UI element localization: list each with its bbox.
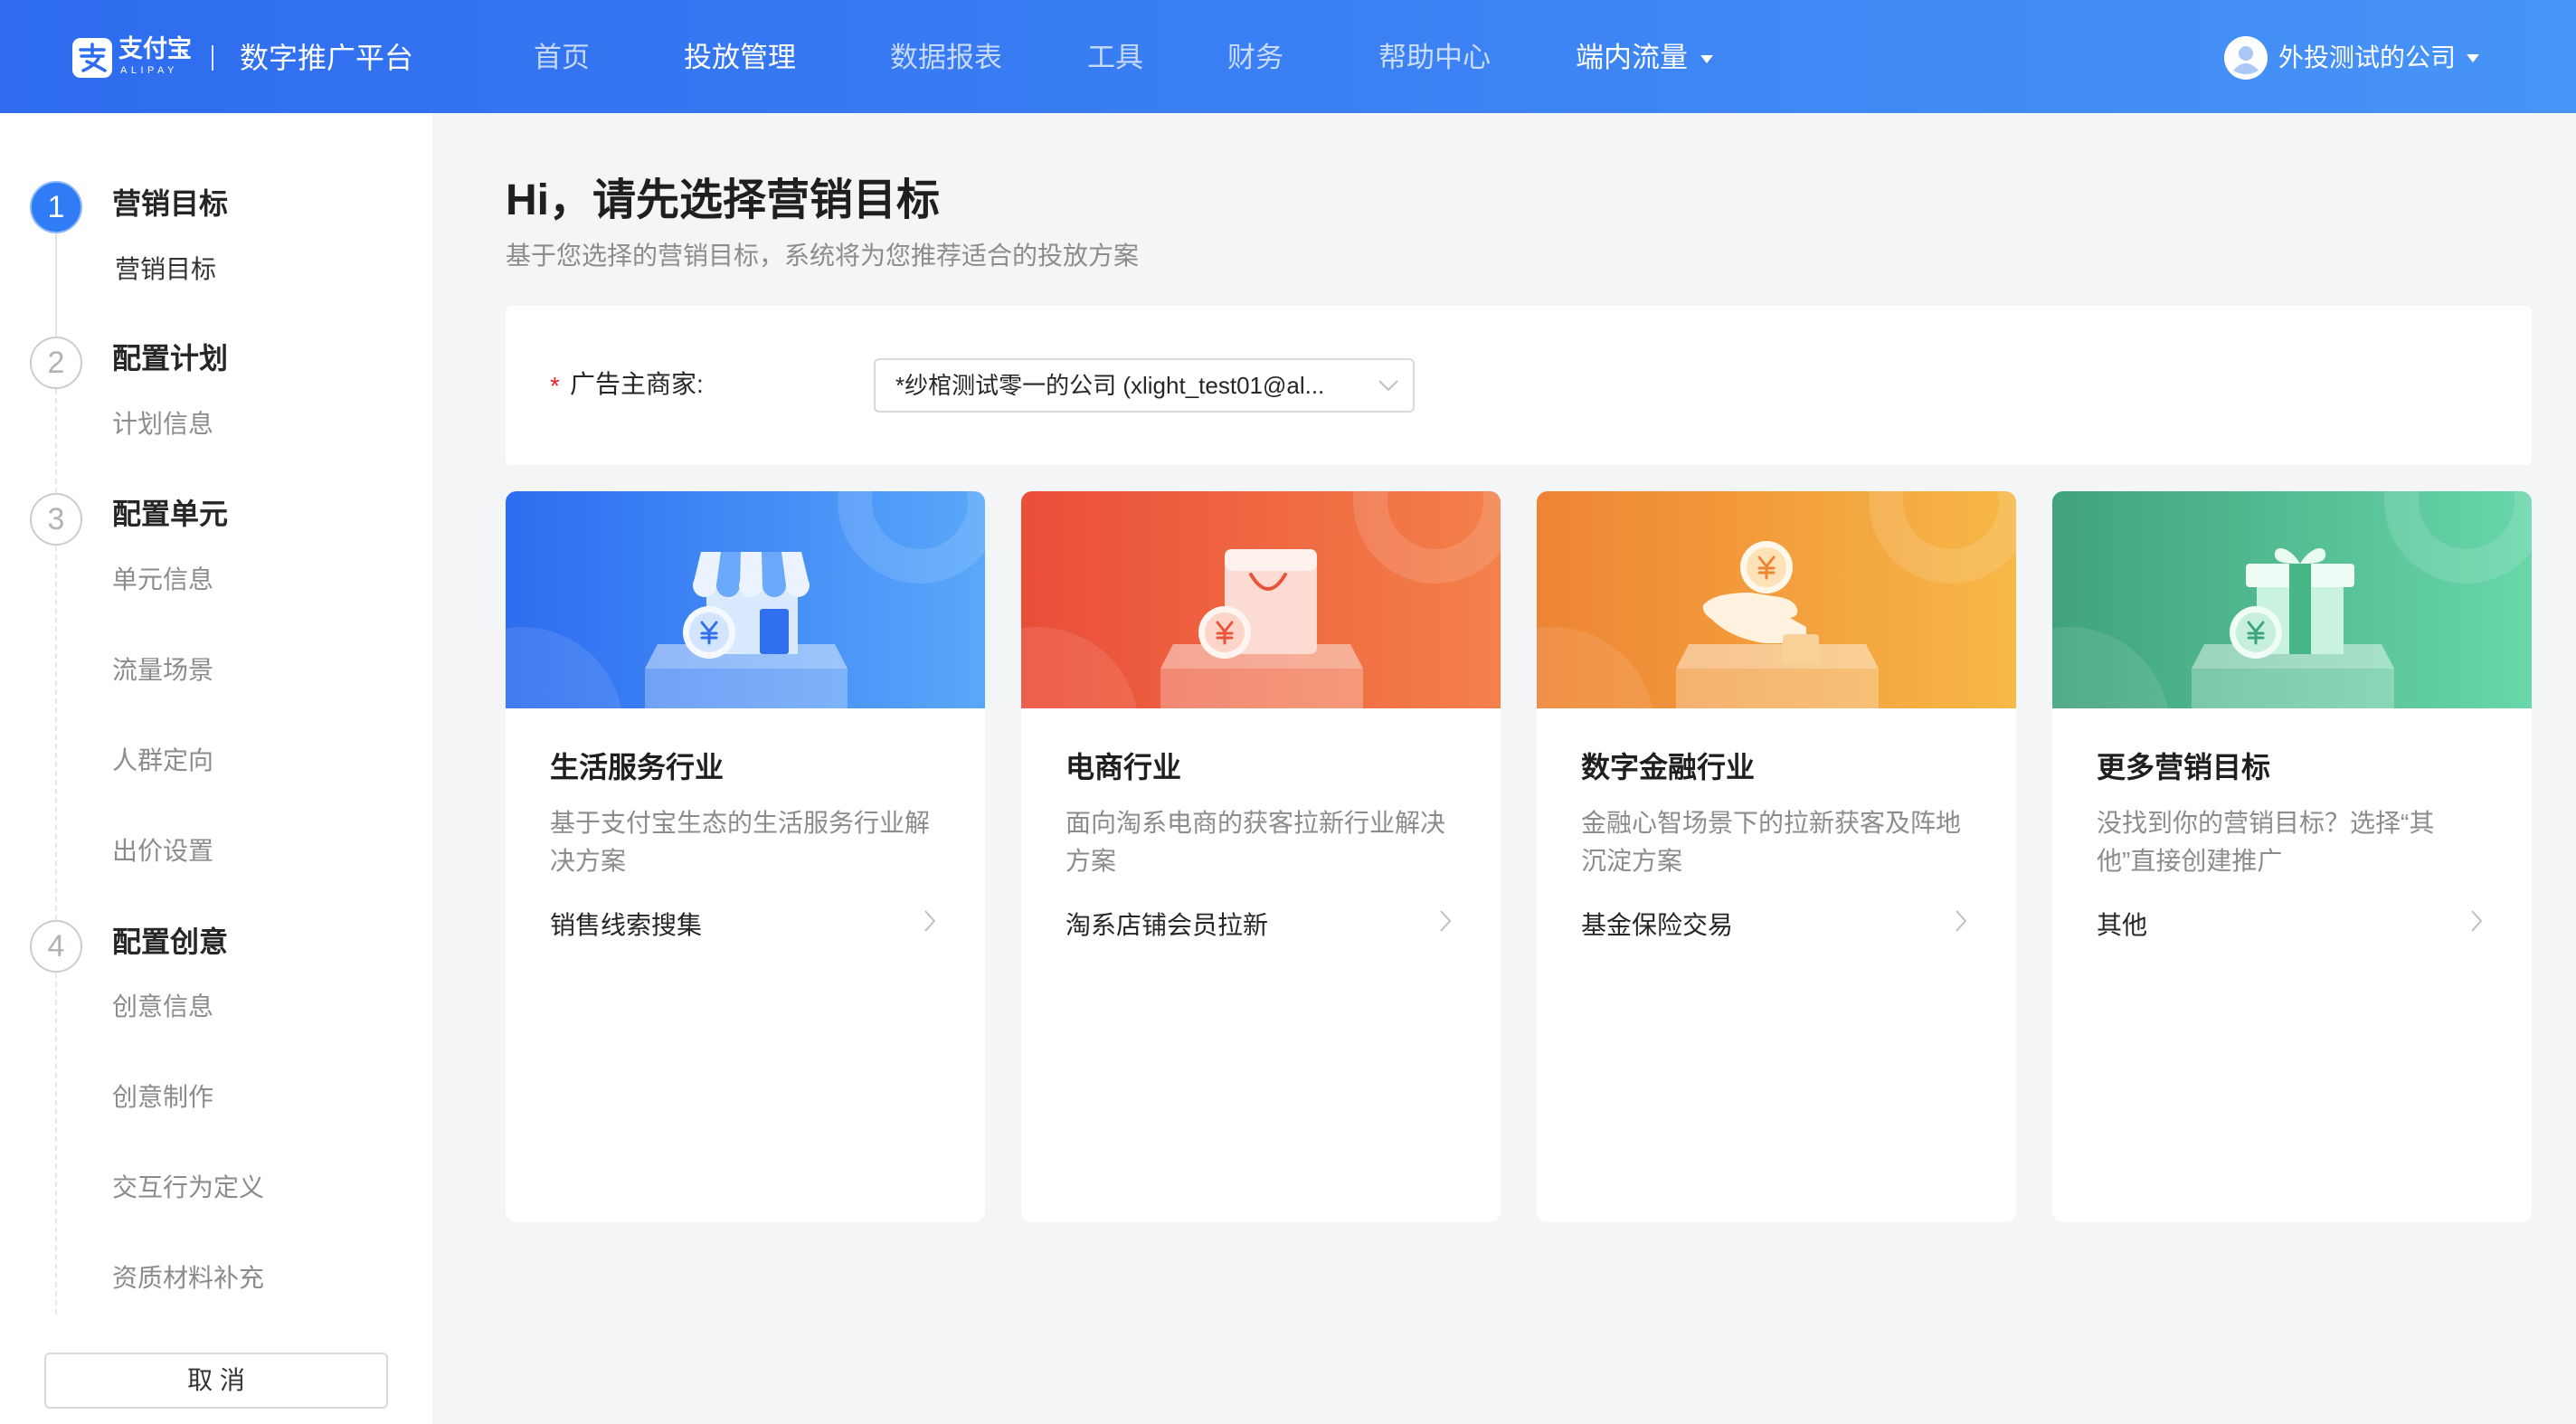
card-banner [1021,491,1501,708]
nav-data-reports[interactable]: 数据报表 [890,42,1002,74]
chevron-right-icon [1956,910,1967,932]
coin-icon [683,606,735,659]
sidebar-item-plan-info[interactable]: 计划信息 [112,408,213,441]
step-number-badge: 3 [30,493,82,546]
alipay-logo-icon [72,38,112,78]
card-banner [506,491,985,708]
hand-coin-icon [1537,491,2016,708]
sidebar-item-traffic-scene[interactable]: 流量场景 [112,654,213,687]
wizard-steps-sidebar: 1 营销目标 营销目标 2 配置计划 计划信息 3 配置单元 单元信息 流量场景… [0,113,432,1424]
page-subtitle: 基于您选择的营销目标，系统将为您推荐适合的投放方案 [506,242,1140,270]
top-nav-bar: 支付宝 ALIPAY 数字推广平台 首页 投放管理 数据报表 工具 财务 帮助中… [0,0,2576,113]
card-solution-label: 其他 [2097,911,2148,939]
goal-card-life-service[interactable]: 生活服务行业 基于支付宝生态的生活服务行业解决方案 销售线索搜集 [506,491,985,1222]
account-menu[interactable]: 外投测试的公司 [2224,36,2496,80]
platform-name: 数字推广平台 [240,42,414,74]
shopping-bag-icon [1021,491,1501,708]
logo-divider [212,45,213,71]
sidebar-item-creative-info[interactable]: 创意信息 [112,991,213,1023]
cancel-button[interactable]: 取 消 [44,1353,388,1409]
card-description: 基于支付宝生态的生活服务行业解决方案 [550,809,931,875]
card-title: 更多营销目标 [2097,751,2271,783]
step-title-configure-unit: 配置单元 [112,498,229,530]
caret-down-icon [2467,54,2479,62]
goal-card-ecommerce[interactable]: 电商行业 面向淘系电商的获客拉新行业解决方案 淘系店铺会员拉新 [1021,491,1501,1222]
card-title: 电商行业 [1065,751,1182,783]
required-mark: * [550,372,560,400]
chevron-right-icon [924,910,936,932]
step-connector [55,546,57,920]
coin-icon [1198,606,1251,659]
sidebar-item-unit-info[interactable]: 单元信息 [112,564,213,596]
card-description: 金融心智场景下的拉新获客及阵地沉淀方案 [1581,809,1962,875]
alipay-logo[interactable]: 支付宝 ALIPAY [72,34,199,81]
card-solution-label: 销售线索搜集 [550,911,703,939]
nav-tools[interactable]: 工具 [1087,42,1143,74]
card-banner [2052,491,2532,708]
card-solution-link[interactable]: 基金保险交易 [1581,909,1979,942]
logo-wordmark: 支付宝 [118,35,192,62]
step-number-badge: 4 [30,920,82,973]
advertiser-label: 广告主商家: [570,370,704,398]
sidebar-item-audience-targeting[interactable]: 人群定向 [112,745,213,777]
account-name: 外投测试的公司 [2278,43,2457,71]
step-number-badge: 1 [30,181,82,233]
card-title: 生活服务行业 [550,751,724,783]
card-solution-link[interactable]: 销售线索搜集 [550,909,948,942]
user-avatar-icon [2224,36,2268,80]
coin-icon [1740,541,1793,593]
advertiser-form-panel: * 广告主商家: *纱棺测试零一的公司 (xlight_test01@al... [506,306,2532,465]
card-solution-link[interactable]: 淘系店铺会员拉新 [1065,909,1463,942]
advertiser-select-value: *纱棺测试零一的公司 (xlight_test01@al... [895,372,1325,399]
gift-box-icon [2052,491,2532,708]
card-description: 面向淘系电商的获客拉新行业解决方案 [1065,809,1446,875]
nav-dropdown-label: 端内流量 [1576,42,1688,73]
chevron-right-icon [2471,910,2483,932]
sidebar-item-qualification-materials[interactable]: 资质材料补充 [112,1262,264,1295]
step-connector [55,973,57,1315]
sidebar-item-bid-settings[interactable]: 出价设置 [112,835,213,868]
card-title: 数字金融行业 [1581,751,1756,783]
chevron-right-icon [1440,910,1452,932]
step-number-badge: 2 [30,337,82,389]
card-banner [1537,491,2016,708]
card-solution-label: 基金保险交易 [1581,911,1734,939]
step-title-marketing-goal: 营销目标 [112,187,229,220]
card-solution-label: 淘系店铺会员拉新 [1065,911,1269,939]
nav-in-app-traffic-dropdown[interactable]: 端内流量 [1576,42,1713,74]
goal-card-more[interactable]: 更多营销目标 没找到你的营销目标？选择“其他”直接创建推广 其他 [2052,491,2532,1222]
page-title: Hi，请先选择营销目标 [506,176,941,224]
caret-down-icon [1700,55,1713,64]
step-title-configure-plan: 配置计划 [112,342,229,375]
sidebar-item-interaction-definition[interactable]: 交互行为定义 [112,1172,264,1204]
nav-finance[interactable]: 财务 [1227,42,1283,74]
step-title-configure-creative: 配置创意 [112,926,229,958]
step-connector [55,389,57,493]
sidebar-item-creative-production[interactable]: 创意制作 [112,1081,213,1114]
card-description: 没找到你的营销目标？选择“其他”直接创建推广 [2097,809,2435,875]
logo-wordmark-en: ALIPAY [120,65,178,76]
sidebar-item-marketing-goal[interactable]: 营销目标 [115,253,216,286]
card-solution-link[interactable]: 其他 [2097,909,2495,942]
chevron-down-icon [1378,380,1398,392]
storefront-icon [506,491,985,708]
coin-icon [2230,606,2282,659]
advertiser-select[interactable]: *纱棺测试零一的公司 (xlight_test01@al... [874,358,1415,413]
step-connector [55,233,57,337]
goal-card-digital-finance[interactable]: 数字金融行业 金融心智场景下的拉新获客及阵地沉淀方案 基金保险交易 [1537,491,2016,1222]
nav-campaign-management[interactable]: 投放管理 [684,42,796,74]
nav-home[interactable]: 首页 [534,42,590,74]
nav-help-center[interactable]: 帮助中心 [1378,42,1491,74]
